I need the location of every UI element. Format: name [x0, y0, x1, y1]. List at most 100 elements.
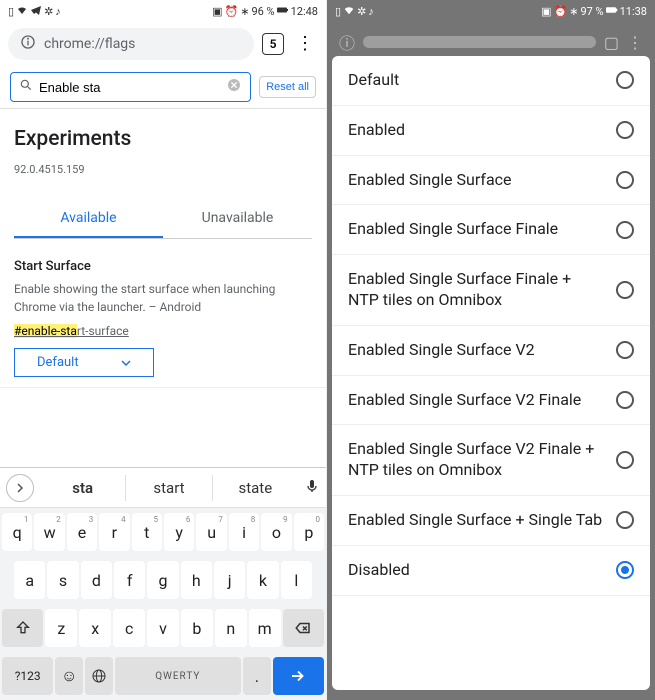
clock-text: 12:48	[291, 5, 318, 18]
tab-unavailable[interactable]: Unavailable	[163, 200, 312, 238]
suggestion-1[interactable]: sta	[40, 475, 126, 501]
key-l[interactable]: l	[281, 561, 312, 599]
suggestion-expand-icon[interactable]	[6, 474, 34, 502]
key-t[interactable]: t5	[132, 513, 162, 551]
key-v[interactable]: v	[147, 609, 179, 647]
search-box[interactable]	[10, 72, 251, 102]
omnibox-row: chrome://flags 5 ⋮	[0, 22, 326, 66]
bluetooth-icon: ∗	[240, 5, 249, 18]
flag-dropdown[interactable]: Default	[14, 348, 154, 377]
omnibox[interactable]: chrome://flags	[8, 28, 254, 60]
battery-icon	[606, 4, 618, 19]
overflow-menu-icon[interactable]: ⋮	[292, 35, 318, 53]
option-row[interactable]: Disabled	[332, 546, 650, 596]
key-e[interactable]: e3	[67, 513, 97, 551]
search-row: Reset all	[0, 66, 326, 109]
emoji-key[interactable]: ☺	[55, 657, 83, 695]
key-m[interactable]: m	[249, 609, 281, 647]
omnibox-text: chrome://flags	[44, 36, 135, 52]
fan-icon: ✲	[357, 5, 366, 18]
key-b[interactable]: b	[181, 609, 213, 647]
radio-icon[interactable]	[616, 451, 634, 469]
option-row[interactable]: Enabled Single Surface V2 Finale	[332, 376, 650, 426]
radio-icon[interactable]	[616, 221, 634, 239]
option-row[interactable]: Enabled Single Surface	[332, 156, 650, 206]
key-g[interactable]: g	[147, 561, 178, 599]
key-x[interactable]: x	[79, 609, 111, 647]
option-label: Enabled Single Surface + Single Tab	[348, 510, 602, 531]
mic-icon[interactable]	[298, 478, 326, 498]
option-row[interactable]: Enabled Single Surface Finale	[332, 205, 650, 255]
key-o[interactable]: o9	[261, 513, 291, 551]
reset-all-button[interactable]: Reset all	[259, 76, 316, 98]
backspace-key[interactable]	[283, 609, 324, 647]
clear-icon[interactable]	[226, 77, 242, 97]
option-row[interactable]: Enabled	[332, 106, 650, 156]
keyboard-row-4: ?123 ☺ QWERTY .	[0, 652, 326, 700]
radio-icon[interactable]	[616, 391, 634, 409]
wifi-icon	[16, 4, 28, 19]
shift-key[interactable]	[2, 609, 43, 647]
flag-dropdown-value: Default	[37, 355, 79, 370]
option-label: Enabled Single Surface V2 Finale + NTP t…	[348, 439, 604, 481]
space-key[interactable]: QWERTY	[115, 657, 241, 695]
option-label: Default	[348, 70, 399, 91]
key-s[interactable]: s	[47, 561, 78, 599]
key-h[interactable]: h	[181, 561, 212, 599]
overflow-menu-icon: ⋮	[627, 33, 643, 52]
key-u[interactable]: u7	[196, 513, 226, 551]
clock-text: 11:38	[620, 5, 647, 18]
language-key[interactable]	[85, 657, 113, 695]
search-input[interactable]	[39, 80, 220, 95]
option-row[interactable]: Enabled Single Surface V2 Finale + NTP t…	[332, 425, 650, 496]
key-n[interactable]: n	[215, 609, 247, 647]
key-f[interactable]: f	[114, 561, 145, 599]
radio-icon[interactable]	[616, 171, 634, 189]
tiktok-icon: ♪	[368, 5, 374, 18]
status-right-icons: ▣ ⏰ ∗ 97 % 11:38	[541, 4, 647, 19]
radio-icon[interactable]	[616, 341, 634, 359]
numbers-key[interactable]: ?123	[2, 657, 53, 695]
key-a[interactable]: a	[14, 561, 45, 599]
info-icon	[20, 34, 36, 54]
alarm-icon: ⏰	[225, 5, 239, 18]
option-row[interactable]: Enabled Single Surface Finale + NTP tile…	[332, 255, 650, 326]
radio-icon[interactable]	[616, 511, 634, 529]
option-label: Enabled Single Surface V2	[348, 340, 535, 361]
option-row[interactable]: Default	[332, 56, 650, 106]
left-screenshot: ▯ ✲ ♪ ▣ ⏰ ∗ 96 % 12:48 chrome://f	[0, 0, 327, 700]
tiktok-icon: ♪	[55, 5, 61, 18]
experiments-header: Experiments 92.0.4515.159	[0, 109, 326, 182]
flag-tag[interactable]: #enable-start-surface	[14, 324, 129, 338]
radio-icon[interactable]	[616, 121, 634, 139]
key-p[interactable]: p0	[294, 513, 324, 551]
nfc-icon: ▣	[212, 5, 222, 18]
radio-icon[interactable]	[616, 281, 634, 299]
key-z[interactable]: z	[45, 609, 77, 647]
key-r[interactable]: r4	[99, 513, 129, 551]
option-row[interactable]: Enabled Single Surface + Single Tab	[332, 496, 650, 546]
option-row[interactable]: Enabled Single Surface V2	[332, 326, 650, 376]
enter-key[interactable]	[273, 657, 324, 695]
period-key[interactable]: .	[243, 657, 271, 695]
tabs-button[interactable]: 5	[262, 33, 284, 55]
key-q[interactable]: q1	[2, 513, 32, 551]
key-i[interactable]: i8	[229, 513, 259, 551]
chevron-down-icon	[121, 358, 131, 368]
radio-icon[interactable]	[616, 561, 634, 579]
notification-icon: ▯	[335, 5, 341, 18]
key-w[interactable]: w2	[34, 513, 64, 551]
key-y[interactable]: y6	[164, 513, 194, 551]
status-bar: ▯ ✲ ♪ ▣ ⏰ ∗ 96 % 12:48	[0, 0, 326, 22]
suggestion-2[interactable]: start	[126, 475, 212, 501]
key-c[interactable]: c	[113, 609, 145, 647]
page-title: Experiments	[14, 127, 312, 151]
radio-icon[interactable]	[616, 71, 634, 89]
tab-available[interactable]: Available	[14, 200, 163, 238]
key-j[interactable]: j	[214, 561, 245, 599]
key-k[interactable]: k	[247, 561, 278, 599]
key-d[interactable]: d	[81, 561, 112, 599]
version-text: 92.0.4515.159	[14, 163, 312, 176]
suggestion-3[interactable]: state	[213, 475, 298, 501]
nfc-icon: ▣	[541, 5, 551, 18]
